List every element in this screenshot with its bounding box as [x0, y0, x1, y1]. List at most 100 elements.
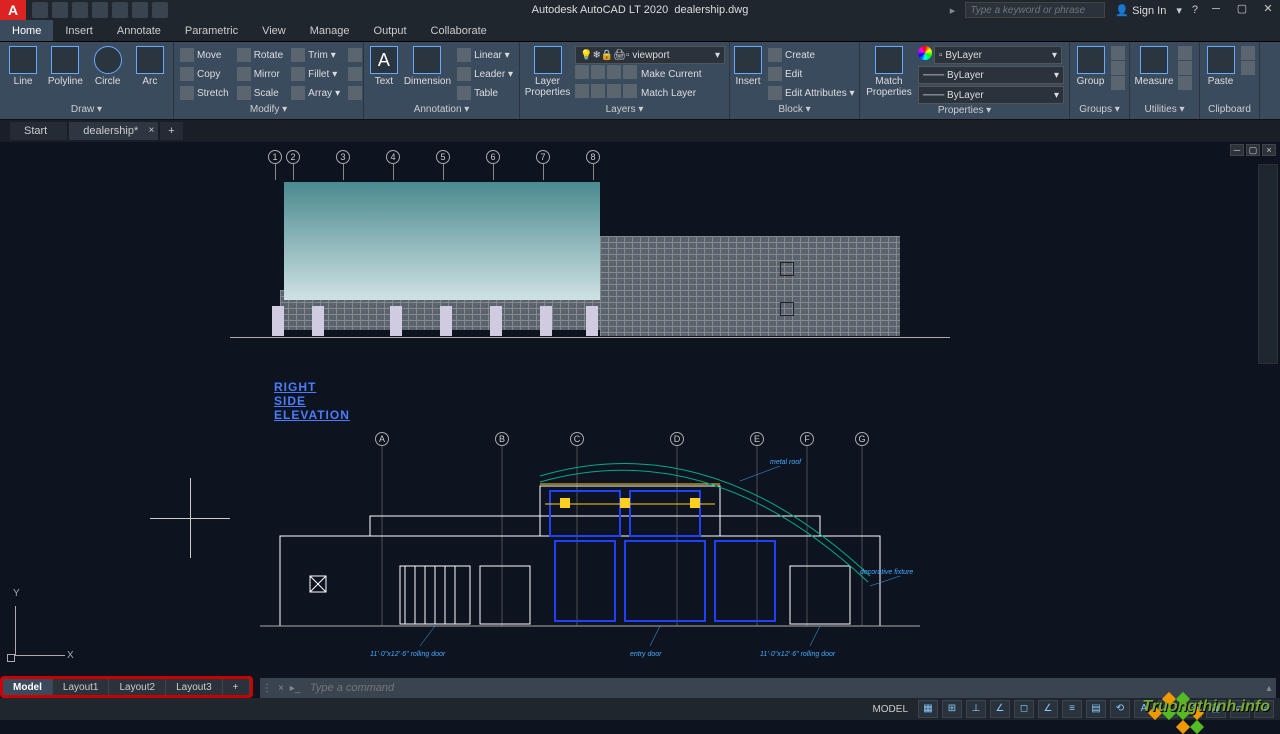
status-lwt-icon[interactable]: ≡: [1062, 700, 1082, 718]
match-properties-button[interactable]: Match Properties: [864, 46, 914, 98]
line-button[interactable]: Line: [4, 46, 42, 87]
u2-icon[interactable]: [1178, 61, 1192, 75]
u3-icon[interactable]: [1178, 76, 1192, 90]
qat-undo-icon[interactable]: [132, 2, 148, 18]
rotate-button[interactable]: Rotate: [235, 46, 285, 64]
filetab-dealership[interactable]: dealership*×: [69, 122, 158, 140]
linetype-combo[interactable]: ─── ByLayer▾: [918, 86, 1064, 104]
move-button[interactable]: Move: [178, 46, 231, 64]
layout-2[interactable]: Layout2: [109, 679, 166, 695]
layer-q8-icon[interactable]: [623, 84, 637, 98]
qat-open-icon[interactable]: [52, 2, 68, 18]
signin-link[interactable]: 👤 Sign In: [1115, 4, 1166, 17]
array-button[interactable]: Array ▾: [289, 84, 342, 102]
layer-q2-icon[interactable]: [591, 65, 605, 79]
layout-model[interactable]: Model: [3, 679, 53, 695]
new-tab-button[interactable]: +: [160, 122, 182, 140]
tab-collaborate[interactable]: Collaborate: [419, 20, 499, 41]
tab-insert[interactable]: Insert: [53, 20, 105, 41]
text-button[interactable]: AText: [368, 46, 400, 87]
arc-button[interactable]: Arc: [131, 46, 169, 87]
app-exchange-icon[interactable]: ▾: [1176, 4, 1182, 17]
linear-button[interactable]: Linear ▾: [455, 46, 515, 64]
status-model[interactable]: MODEL: [866, 704, 914, 715]
mirror-button[interactable]: Mirror: [235, 65, 285, 83]
qat-plot-icon[interactable]: [112, 2, 128, 18]
tab-manage[interactable]: Manage: [298, 20, 362, 41]
status-ortho-icon[interactable]: ⊥: [966, 700, 986, 718]
help-search-input[interactable]: [965, 2, 1105, 18]
panel-properties-title[interactable]: Properties ▾: [864, 104, 1065, 118]
tab-parametric[interactable]: Parametric: [173, 20, 250, 41]
app-logo[interactable]: A: [0, 0, 26, 20]
minimize-button[interactable]: ─: [1208, 3, 1224, 17]
panel-utilities-title[interactable]: Utilities ▾: [1134, 103, 1195, 117]
panel-draw-title[interactable]: Draw ▾: [4, 103, 169, 117]
scale-button[interactable]: Scale: [235, 84, 285, 102]
status-snap-icon[interactable]: ⊞: [942, 700, 962, 718]
status-transp-icon[interactable]: ▤: [1086, 700, 1106, 718]
vp-min-icon[interactable]: ─: [1230, 144, 1244, 156]
help-icon[interactable]: ?: [1192, 4, 1198, 16]
u1-icon[interactable]: [1178, 46, 1192, 60]
edit-block-button[interactable]: Edit: [766, 65, 857, 83]
circle-button[interactable]: Circle: [89, 46, 127, 87]
mod-x1[interactable]: [346, 46, 364, 64]
copy-button[interactable]: Copy: [178, 65, 231, 83]
tab-output[interactable]: Output: [362, 20, 419, 41]
leader-button[interactable]: Leader ▾: [455, 65, 515, 83]
tab-view[interactable]: View: [250, 20, 298, 41]
match-layer-button[interactable]: Match Layer: [639, 84, 698, 102]
layer-combo[interactable]: 💡❄🔒🖨▫ viewport▾: [575, 46, 725, 64]
table-button[interactable]: Table: [455, 84, 515, 102]
panel-modify-title[interactable]: Modify ▾: [178, 103, 359, 117]
panel-layers-title[interactable]: Layers ▾: [524, 103, 725, 117]
dimension-button[interactable]: Dimension: [404, 46, 451, 87]
color-combo[interactable]: ▫ ByLayer▾: [934, 46, 1062, 64]
g2-icon[interactable]: [1111, 61, 1125, 75]
panel-annotation-title[interactable]: Annotation ▾: [368, 103, 515, 117]
measure-button[interactable]: Measure: [1134, 46, 1174, 87]
status-cycle-icon[interactable]: ⟲: [1110, 700, 1130, 718]
status-polar-icon[interactable]: ∠: [990, 700, 1010, 718]
layer-q1-icon[interactable]: [575, 65, 589, 79]
layer-q7-icon[interactable]: [607, 84, 621, 98]
close-tab-icon[interactable]: ×: [148, 125, 154, 136]
qat-redo-icon[interactable]: [152, 2, 168, 18]
mod-x3[interactable]: [346, 84, 364, 102]
filetab-start[interactable]: Start: [10, 122, 67, 140]
vp-close-icon[interactable]: ×: [1262, 144, 1276, 156]
qat-save-icon[interactable]: [72, 2, 88, 18]
lineweight-combo[interactable]: ─── ByLayer▾: [918, 66, 1064, 84]
trim-button[interactable]: Trim ▾: [289, 46, 342, 64]
layer-q5-icon[interactable]: [575, 84, 589, 98]
color-wheel-icon[interactable]: [918, 46, 932, 60]
stretch-button[interactable]: Stretch: [178, 84, 231, 102]
status-grid-icon[interactable]: ▦: [918, 700, 938, 718]
layout-add[interactable]: +: [223, 679, 250, 695]
layer-q6-icon[interactable]: [591, 84, 605, 98]
cmd-close-icon[interactable]: ×: [274, 683, 288, 694]
g3-icon[interactable]: [1111, 76, 1125, 90]
fillet-button[interactable]: Fillet ▾: [289, 65, 342, 83]
tab-home[interactable]: Home: [0, 20, 53, 41]
drawing-canvas[interactable]: ─ ▢ × 1 2 3 4 5 6 7 8 RIGHT SIDE ELEVATI…: [0, 142, 1280, 676]
group-button[interactable]: Group: [1074, 46, 1107, 87]
g1-icon[interactable]: [1111, 46, 1125, 60]
layer-properties-button[interactable]: Layer Properties: [524, 46, 571, 98]
vp-max-icon[interactable]: ▢: [1246, 144, 1260, 156]
qat-saveas-icon[interactable]: [92, 2, 108, 18]
create-block-button[interactable]: Create: [766, 46, 857, 64]
panel-groups-title[interactable]: Groups ▾: [1074, 103, 1125, 117]
insert-button[interactable]: Insert: [734, 46, 762, 87]
status-osnap-icon[interactable]: ◻: [1014, 700, 1034, 718]
panel-block-title[interactable]: Block ▾: [734, 103, 855, 117]
make-current-button[interactable]: Make Current: [639, 65, 704, 83]
maximize-button[interactable]: ▢: [1234, 3, 1250, 17]
edit-attributes-button[interactable]: Edit Attributes ▾: [766, 84, 857, 102]
close-button[interactable]: ✕: [1260, 3, 1276, 17]
cmd-history-icon[interactable]: ▴: [1262, 683, 1276, 694]
layout-1[interactable]: Layout1: [53, 679, 110, 695]
navigation-bar[interactable]: [1258, 164, 1278, 364]
cmd-handle-icon[interactable]: ⋮: [260, 683, 274, 694]
